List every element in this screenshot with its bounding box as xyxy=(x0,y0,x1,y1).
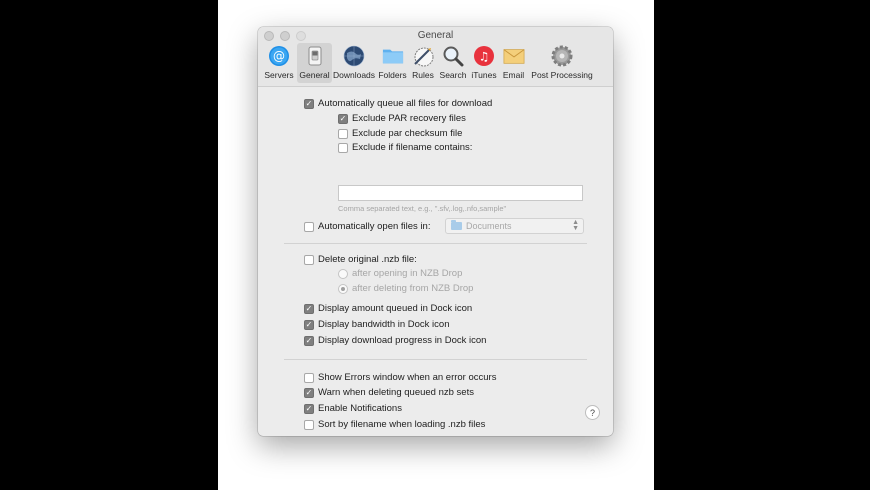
checkbox-unchecked[interactable] xyxy=(304,372,314,383)
delete-after-opening-radio[interactable]: after opening in NZB Drop xyxy=(338,268,462,279)
preferences-toolbar: @ Servers General Downloads Folders Rule… xyxy=(261,43,596,83)
tab-rules[interactable]: Rules xyxy=(409,43,437,83)
exclude-par-checkbox[interactable]: ✓ Exclude PAR recovery files xyxy=(338,113,466,124)
folder-icon xyxy=(451,220,462,230)
exclude-text-hint: Comma separated text, e.g., ".sfv,.log,.… xyxy=(338,204,507,213)
tab-search[interactable]: Search xyxy=(437,43,469,83)
tab-label: General xyxy=(299,70,330,80)
delete-nzb-checkbox[interactable]: Delete original .nzb file: xyxy=(304,254,417,265)
checkbox-label: Display amount queued in Dock icon xyxy=(318,303,473,314)
checkbox-label: Automatically open files in: xyxy=(318,221,431,232)
tab-itunes[interactable]: ♫ iTunes xyxy=(469,43,499,83)
checkbox-label: Exclude PAR recovery files xyxy=(352,113,466,124)
checkbox-label: Delete original .nzb file: xyxy=(318,254,417,265)
checkbox-label: Sort by filename when loading .nzb files xyxy=(318,419,486,430)
tab-label: Downloads xyxy=(332,70,376,80)
radio-selected[interactable] xyxy=(338,283,348,294)
tab-label: Rules xyxy=(412,70,434,80)
tab-label: Email xyxy=(502,70,525,80)
checkbox-unchecked[interactable] xyxy=(304,254,314,265)
preferences-window: General @ Servers General Downloads Fold… xyxy=(258,27,613,436)
dock-queued-checkbox[interactable]: ✓ Display amount queued in Dock icon xyxy=(304,303,472,314)
chevron-updown-icon: ▲ ▼ xyxy=(572,219,579,232)
folder-icon xyxy=(382,45,404,67)
radio-label: after opening in NZB Drop xyxy=(352,268,463,279)
checkbox-unchecked[interactable] xyxy=(338,128,348,139)
magnifier-icon xyxy=(442,45,464,67)
checkbox-checked[interactable]: ✓ xyxy=(304,98,314,109)
tab-email[interactable]: Email xyxy=(499,43,528,83)
checkbox-unchecked[interactable] xyxy=(338,142,348,153)
window-title: General xyxy=(417,30,454,41)
tab-label: Servers xyxy=(264,70,294,80)
sort-filename-checkbox[interactable]: Sort by filename when loading .nzb files xyxy=(304,419,485,430)
open-folder-popup[interactable]: Documents ▲ ▼ xyxy=(445,218,584,234)
checkbox-label: Exclude if filename contains: xyxy=(352,142,473,153)
svg-text:♫: ♫ xyxy=(479,50,490,64)
gear-icon xyxy=(551,45,573,67)
exclude-checksum-checkbox[interactable]: Exclude par checksum file xyxy=(338,128,462,139)
checkbox-checked[interactable]: ✓ xyxy=(304,303,314,314)
exclude-filename-checkbox[interactable]: Exclude if filename contains: xyxy=(338,142,472,153)
checkbox-checked[interactable]: ✓ xyxy=(304,319,314,330)
checkbox-unchecked[interactable] xyxy=(304,221,314,232)
notifications-checkbox[interactable]: ✓ Enable Notifications xyxy=(304,403,402,414)
itunes-icon: ♫ xyxy=(473,45,495,67)
separator xyxy=(284,243,587,244)
tab-folders[interactable]: Folders xyxy=(376,43,409,83)
tab-post-processing[interactable]: Post Processing xyxy=(528,43,596,83)
checkbox-unchecked[interactable] xyxy=(304,419,314,430)
globe-icon xyxy=(343,45,365,67)
checkbox-label: Enable Notifications xyxy=(318,403,402,414)
checkbox-checked[interactable]: ✓ xyxy=(304,403,314,414)
dock-progress-checkbox[interactable]: ✓ Display download progress in Dock icon xyxy=(304,335,486,346)
separator xyxy=(284,359,587,360)
rules-icon xyxy=(412,45,434,67)
help-button[interactable]: ? xyxy=(585,405,600,420)
checkbox-label: Automatically queue all files for downlo… xyxy=(318,98,493,109)
tab-label: iTunes xyxy=(471,70,497,80)
title-bar: General @ Servers General Downloads Fold… xyxy=(258,27,613,87)
popup-value: Documents xyxy=(466,221,512,231)
delete-after-deleting-radio[interactable]: after deleting from NZB Drop xyxy=(338,283,473,294)
at-sign-icon: @ xyxy=(268,45,290,67)
show-errors-checkbox[interactable]: Show Errors window when an error occurs xyxy=(304,372,496,383)
checkbox-label: Display bandwidth in Dock icon xyxy=(318,319,450,330)
checkbox-label: Display download progress in Dock icon xyxy=(318,335,487,346)
radio-label: after deleting from NZB Drop xyxy=(352,283,474,294)
warn-delete-checkbox[interactable]: ✓ Warn when deleting queued nzb sets xyxy=(304,387,474,398)
tab-label: Search xyxy=(439,70,467,80)
tab-label: Post Processing xyxy=(531,70,593,80)
switch-icon xyxy=(304,45,326,67)
exclude-text-field[interactable] xyxy=(338,185,583,201)
auto-queue-checkbox[interactable]: ✓ Automatically queue all files for down… xyxy=(304,98,492,109)
tab-servers[interactable]: @ Servers xyxy=(261,43,297,83)
svg-text:@: @ xyxy=(273,49,285,63)
radio-unselected[interactable] xyxy=(338,268,348,279)
checkbox-label: Warn when deleting queued nzb sets xyxy=(318,387,474,398)
tab-general[interactable]: General xyxy=(297,43,332,83)
dock-bandwidth-checkbox[interactable]: ✓ Display bandwidth in Dock icon xyxy=(304,319,449,330)
checkbox-checked[interactable]: ✓ xyxy=(338,113,348,124)
auto-open-checkbox[interactable]: Automatically open files in: xyxy=(304,221,430,232)
checkbox-label: Exclude par checksum file xyxy=(352,128,463,139)
tab-label: Folders xyxy=(378,70,407,80)
checkbox-label: Show Errors window when an error occurs xyxy=(318,372,497,383)
checkbox-checked[interactable]: ✓ xyxy=(304,387,314,398)
checkbox-checked[interactable]: ✓ xyxy=(304,335,314,346)
tab-downloads[interactable]: Downloads xyxy=(332,43,376,83)
envelope-icon xyxy=(503,45,525,67)
general-preferences-pane: ✓ Automatically queue all files for down… xyxy=(258,87,613,436)
